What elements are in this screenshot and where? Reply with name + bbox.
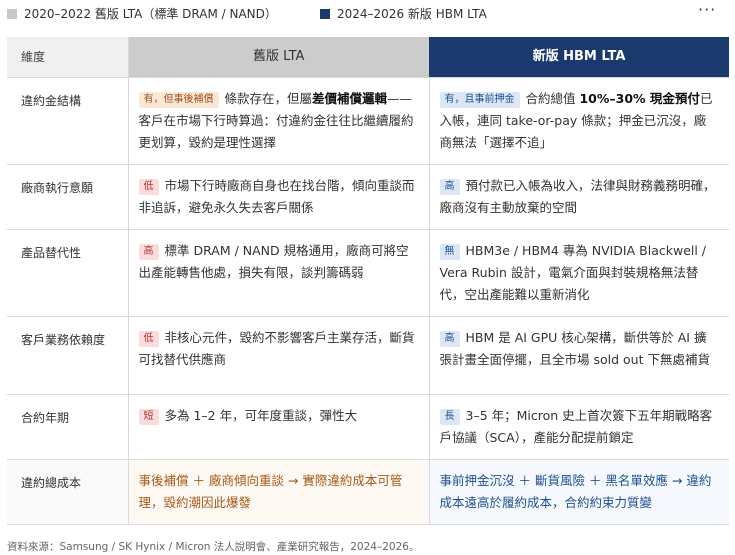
comparison-table: 維度 舊版 LTA 新版 HBM LTA 違約金結構 有，但事後補償 條款存在，但…: [7, 37, 729, 525]
legend-label-new: 2024–2026 新版 HBM LTA: [337, 7, 487, 21]
row-dimension: 客戶業務依賴度: [7, 316, 129, 395]
old-cell: 低非核心元件，毀約不影響客戶主業存活，斷貨可找替代供應商: [128, 316, 429, 395]
cell-text: 市場下行時廠商自身也在找台階，傾向重談而非追訴，避免永久失去客戶關係: [138, 177, 415, 215]
old-cell: 低市場下行時廠商自身也在找台階，傾向重談而非追訴，避免永久失去客戶關係: [128, 164, 429, 230]
status-badge: 高: [439, 330, 460, 347]
legend-item-old: 2020–2022 舊版 LTA（標準 DRAM / NAND）: [7, 5, 277, 22]
legend-item-new: 2024–2026 新版 HBM LTA: [320, 5, 487, 22]
status-badge: 高: [138, 243, 159, 260]
cell-emphasis: 差價補償邏輯: [312, 90, 388, 106]
header-new-hbm-lta: 新版 HBM LTA: [429, 37, 729, 78]
old-cell: 高標準 DRAM / NAND 規格通用，廠商可將空出產能轉售他處，損失有限，談…: [128, 229, 429, 317]
more-options-icon[interactable]: ···: [698, 0, 716, 19]
status-badge: 有，但事後補償: [138, 91, 219, 108]
status-badge: 高: [439, 178, 460, 195]
cell-text: 預付款已入帳為收入，法律與財務義務明確，廠商沒有主動放棄的空間: [439, 177, 716, 215]
legend-swatch-old: [7, 8, 17, 19]
source-note: 資料來源：Samsung / SK Hynix / Micron 法人說明會、產…: [7, 541, 420, 553]
row-dimension: 違約總成本: [7, 459, 129, 525]
status-badge: 有，且事前押金: [439, 91, 520, 108]
cell-text: 非核心元件，毀約不影響客戶主業存活，斷貨可找替代供應商: [138, 329, 415, 367]
table-row: 合約年期 短多為 1–2 年，可年度重談，彈性大 長 3–5 年；Micron 史…: [7, 394, 729, 460]
table-header-row: 維度 舊版 LTA 新版 HBM LTA: [7, 37, 729, 78]
new-cell: 高預付款已入帳為收入，法律與財務義務明確，廠商沒有主動放棄的空間: [428, 164, 729, 230]
cell-text: 事後補償 ＋ 廠商傾向重談 → 實際違約成本可管理，毀約潮因此爆發: [138, 472, 403, 510]
status-badge: 短: [138, 408, 159, 425]
old-cell: 事後補償 ＋ 廠商傾向重談 → 實際違約成本可管理，毀約潮因此爆發: [128, 459, 429, 525]
status-badge: 低: [138, 330, 159, 347]
cell-text: HBM3e / HBM4 專為 NVIDIA Blackwell / Vera …: [439, 242, 707, 302]
old-cell: 短多為 1–2 年，可年度重談，彈性大: [128, 394, 429, 460]
new-cell: 事前押金沉沒 ＋ 斷貨風險 ＋ 黑名單效應 → 違約成本遠高於履約成本，合約約束…: [428, 459, 729, 525]
new-cell: 高 HBM 是 AI GPU 核心架構，斷供等於 AI 擴張計畫全面停擺，且全市場…: [428, 316, 729, 395]
table-row-total: 違約總成本 事後補償 ＋ 廠商傾向重談 → 實際違約成本可管理，毀約潮因此爆發 …: [7, 459, 729, 525]
cell-emphasis: 10%–30% 現金預付: [579, 90, 700, 106]
legend: 2020–2022 舊版 LTA（標準 DRAM / NAND） 2024–20…: [0, 0, 735, 28]
table-row: 客戶業務依賴度 低非核心元件，毀約不影響客戶主業存活，斷貨可找替代供應商 高 HB…: [7, 316, 729, 395]
cell-text: 事前押金沉沒 ＋ 斷貨風險 ＋ 黑名單效應 → 違約成本遠高於履約成本，合約約束…: [439, 472, 712, 510]
cell-text: 條款存在，但屬: [224, 90, 313, 106]
header-dimension: 維度: [7, 37, 129, 78]
status-badge: 長: [439, 408, 460, 425]
cell-text: 3–5 年；Micron 史上首次簽下五年期戰略客戶協議（SCA），產能分配提前…: [439, 407, 713, 445]
legend-swatch-new: [320, 8, 330, 19]
table-row: 違約金結構 有，但事後補償 條款存在，但屬差價補償邏輯——客戶在市場下行時算過：付…: [7, 77, 729, 165]
old-cell: 有，但事後補償 條款存在，但屬差價補償邏輯——客戶在市場下行時算過：付違約金往往比…: [128, 77, 429, 165]
row-dimension: 產品替代性: [7, 229, 129, 317]
row-dimension: 合約年期: [7, 394, 129, 460]
status-badge: 低: [138, 178, 159, 195]
new-cell: 長 3–5 年；Micron 史上首次簽下五年期戰略客戶協議（SCA），產能分配提…: [428, 394, 729, 460]
cell-text: 多為 1–2 年，可年度重談，彈性大: [164, 407, 358, 423]
cell-text: HBM 是 AI GPU 核心架構，斷供等於 AI 擴張計畫全面停擺，且全市場 …: [439, 329, 710, 367]
cell-text: 標準 DRAM / NAND 規格通用，廠商可將空出產能轉售他處，損失有限，談判…: [138, 242, 409, 280]
legend-label-old: 2020–2022 舊版 LTA（標準 DRAM / NAND）: [24, 7, 277, 21]
new-cell: 無 HBM3e / HBM4 專為 NVIDIA Blackwell / Vera…: [428, 229, 729, 317]
status-badge: 無: [439, 243, 460, 260]
row-dimension: 廠商執行意願: [7, 164, 129, 230]
table-row: 廠商執行意願 低市場下行時廠商自身也在找台階，傾向重談而非追訴，避免永久失去客戶…: [7, 164, 729, 230]
new-cell: 有，且事前押金 合約總值 10%–30% 現金預付已入帳，連同 take-or-p…: [428, 77, 729, 165]
cell-text: 合約總值: [525, 90, 580, 106]
header-old-lta: 舊版 LTA: [128, 37, 429, 78]
row-dimension: 違約金結構: [7, 77, 129, 165]
table-row: 產品替代性 高標準 DRAM / NAND 規格通用，廠商可將空出產能轉售他處，…: [7, 229, 729, 317]
